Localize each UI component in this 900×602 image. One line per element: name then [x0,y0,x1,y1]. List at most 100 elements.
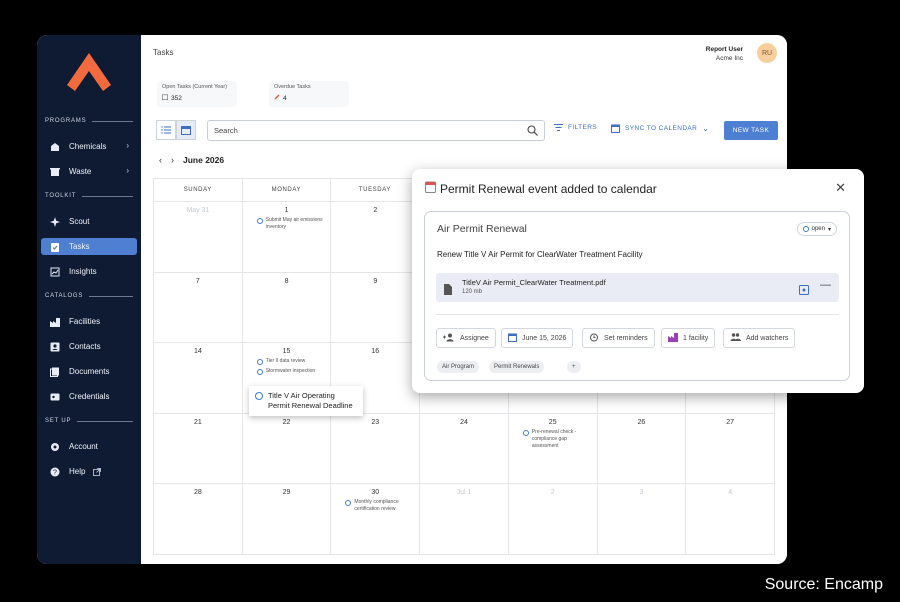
day-number: 1 [284,207,289,214]
event-card: Air Permit Renewal open ▾ Renew Title V … [424,211,850,381]
month-navigation: ‹ › June 2026 [159,155,224,165]
sidebar-item-contacts[interactable]: Contacts [41,338,137,355]
add-tag-button[interactable]: + [567,361,581,373]
assignee-chip[interactable]: Assignee [436,328,496,348]
day-cell[interactable]: Jul 1 [420,484,509,555]
list-view-button[interactable] [156,120,176,140]
view-file-icon[interactable] [799,282,809,300]
contacts-icon [50,342,60,352]
sidebar-item-label: Credentials [69,392,110,401]
calendar-event[interactable]: Submit May air emissions inventory [256,217,325,231]
calendar-event[interactable]: Monthly compliance certification review [345,499,413,513]
tag-permit-renewals[interactable]: Permit Renewals [489,361,545,373]
facilities-icon [50,317,60,327]
event-title: Pre-renewal check - compliance gap asses… [531,428,577,449]
day-number: May 31 [186,207,210,214]
watchers-chip[interactable]: Add watchers [723,328,796,348]
stat-open-tasks: Open Tasks (Current Year) 352 [157,81,237,107]
calendar-event[interactable]: Pre-renewal check - compliance gap asses… [522,428,591,450]
day-cell[interactable]: 23 [331,413,421,484]
day-cell[interactable]: 2 [331,202,421,273]
sync-calendar-button[interactable]: SYNC TO CALENDAR ⌄ [611,124,709,133]
dialog-title: Permit Renewal event added to calendar [425,181,657,196]
remove-attachment-icon[interactable]: — [820,279,831,291]
sidebar-item-account[interactable]: Account [41,438,137,455]
sidebar-item-label: Help [69,467,86,476]
day-number: 4 [728,489,733,496]
sidebar-item-tasks[interactable]: Tasks [41,238,137,255]
sidebar-item-documents[interactable]: Documents [41,363,137,380]
next-month-button[interactable]: › [171,155,174,165]
prev-month-button[interactable]: ‹ [159,155,162,165]
day-cell[interactable]: 26 [597,413,687,484]
sidebar-item-insights[interactable]: Insights [41,263,137,280]
day-cell[interactable]: 2 [508,484,598,555]
close-icon[interactable]: ✕ [835,180,846,196]
reminders-chip[interactable]: Set reminders [582,328,655,348]
calendar-event[interactable]: Tier II data review [256,358,325,365]
sidebar: PROGRAMS Chemicals › Waste › TOOLKIT Sco… [37,35,141,564]
day-cell[interactable]: 14 [154,343,243,414]
attachment-item[interactable]: TitleV Air Permit_ClearWater Treatment.p… [436,273,839,302]
calendar-event-highlight[interactable]: Title V Air Operating Permit Renewal Dea… [249,386,363,416]
sidebar-item-credentials[interactable]: Credentials [41,388,137,405]
search-icon[interactable] [527,125,538,138]
day-cell[interactable]: 29 [242,484,332,555]
new-task-button[interactable]: NEW TASK [724,121,778,140]
user-info: Report User Acme Inc [706,45,743,63]
day-cell[interactable]: 7 [154,272,243,343]
event-status-icon [522,429,529,436]
status-dropdown[interactable]: open ▾ [796,222,837,236]
search-input[interactable]: Search [207,120,545,141]
stat-overdue-tasks: Overdue Tasks 4 [269,81,349,107]
day-cell[interactable]: 30 Monthly compliance certification revie… [331,484,421,555]
calendar-view-button[interactable] [176,120,196,140]
section-label-toolkit: TOOLKIT [45,193,133,199]
weekday-label: TUESDAY [331,179,420,201]
list-icon [161,126,171,134]
tag-air-program[interactable]: Air Program [437,361,480,373]
chip-label: Assignee [460,334,489,342]
day-cell[interactable]: 8 [242,272,332,343]
event-title: Stormwater inspection [265,368,316,374]
day-cell[interactable]: May 31 [154,202,243,273]
sidebar-item-help[interactable]: ? Help [41,463,137,480]
day-cell[interactable]: 22 [242,413,332,484]
event-card-title: Air Permit Renewal [437,223,527,235]
waste-icon [50,167,60,177]
filters-button[interactable]: FILTERS [554,124,597,131]
day-cell[interactable]: 28 [154,484,243,555]
sidebar-item-waste[interactable]: Waste › [41,163,137,180]
sidebar-item-scout[interactable]: Scout [41,213,137,230]
tasks-icon [50,242,60,252]
help-icon: ? [50,467,60,477]
stat-value: 4 [283,94,287,102]
day-cell[interactable]: 24 [420,413,509,484]
logo [67,53,111,91]
day-number: 21 [193,418,202,426]
day-cell[interactable]: 4 [686,484,775,555]
day-cell[interactable]: 9 [331,272,421,343]
weekday-label: MONDAY [243,179,332,201]
chevron-right-icon: › [126,166,129,175]
weekday-label: SUNDAY [154,179,243,201]
chevron-right-icon: › [126,141,129,150]
sidebar-item-label: Facilities [69,317,101,326]
status-circle-icon [802,226,809,232]
calendar-event[interactable]: Stormwater inspection [256,368,325,375]
calendar-icon [508,333,517,344]
day-number: 22 [282,418,291,426]
day-cell[interactable]: 27 [686,413,775,484]
day-cell[interactable]: 21 [154,413,243,484]
day-cell[interactable]: 3 [597,484,687,555]
day-cell[interactable]: 1 Submit May air emissions inventory [242,202,332,273]
facility-chip[interactable]: 1 facility [661,328,716,348]
sidebar-item-chemicals[interactable]: Chemicals › [41,138,137,155]
chevron-down-icon: ⌄ [702,124,710,133]
avatar[interactable]: RU [757,43,777,63]
due-date-chip[interactable]: June 15, 2026 [501,328,574,348]
documents-icon [50,367,60,377]
sidebar-item-label: Contacts [69,342,101,351]
day-cell[interactable]: 25 Pre-renewal check - compliance gap ass… [508,413,598,484]
sidebar-item-facilities[interactable]: Facilities [41,313,137,330]
